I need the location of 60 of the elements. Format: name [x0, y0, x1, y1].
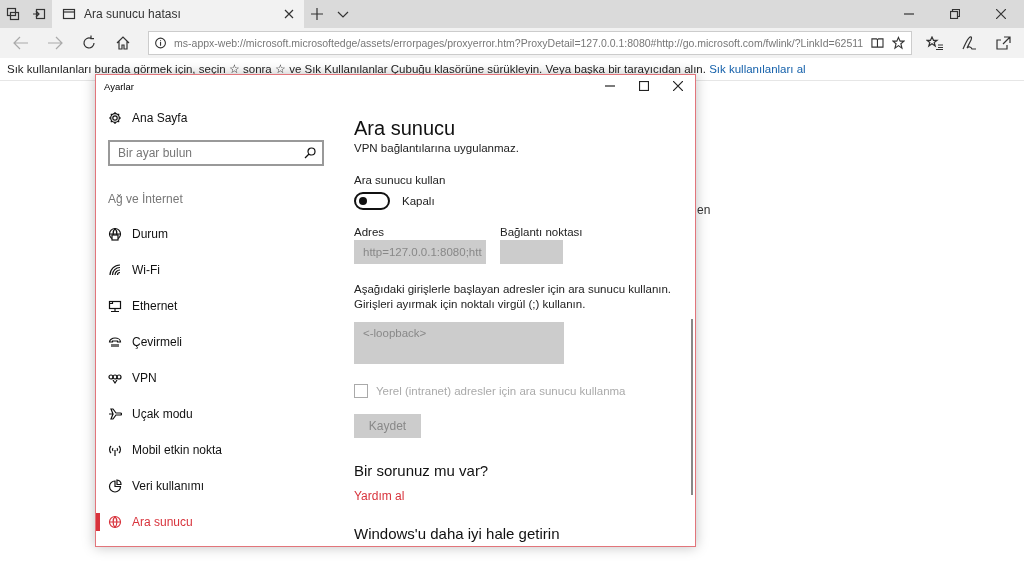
address-field[interactable]: ms-appx-web://microsoft.microsoftedge/assets/errorpages/proxyerror.htm?ProxyDetail=127.0.0.1:8080#http://go.microsoft.com/fwlink/?LinkId=62511 [148, 31, 912, 55]
url-text: ms-appx-web://microsoft.microsoftedge/assets/errorpages/proxyerror.htm?ProxyDetail=127.0.0.1:8080#http://go.microsoft.com/fwlink/?LinkId=62511 [174, 37, 864, 49]
toggle-label: Ara sunucu kullan [354, 174, 446, 186]
section-heading: Ağ ve İnternet [108, 192, 184, 206]
help-text: Girişleri ayırmak için noktalı virgül (;) kullanın. [354, 297, 587, 312]
nav-item[interactable]: Durum [96, 216, 324, 252]
proxy-toggle[interactable] [354, 192, 390, 210]
field-label: Bağlantı noktası [500, 226, 583, 238]
browser-tab[interactable]: Ara sunucu hatası [52, 0, 304, 28]
star-icon[interactable] [892, 36, 905, 50]
airplane-icon [108, 407, 122, 421]
description-text: VPN bağlantılarına uygulanmaz. [354, 142, 519, 154]
nav-item[interactable]: Çevirmeli [96, 324, 324, 360]
nav-item[interactable]: Uçak modu [96, 396, 324, 432]
set-aside-tabs-icon[interactable] [32, 7, 46, 21]
search-icon [304, 147, 316, 159]
pie-chart-icon [108, 479, 122, 493]
nav-item[interactable]: VPN [96, 360, 324, 396]
hotspot-icon [108, 443, 122, 457]
refresh-icon[interactable] [81, 35, 97, 51]
nav-item[interactable]: Veri kullanımı [96, 468, 324, 504]
page-icon [62, 7, 76, 21]
globe-icon [108, 515, 122, 529]
nav-item[interactable]: Ethernet [96, 288, 324, 324]
nav-item[interactable]: Ara sunucu [96, 504, 324, 540]
help-link[interactable]: Yardım al [354, 489, 405, 503]
close-icon[interactable] [284, 9, 294, 19]
nav-item[interactable]: Wi-Fi [96, 252, 324, 288]
tab-preview-icon[interactable] [6, 7, 20, 21]
close-icon[interactable] [996, 9, 1006, 19]
page-text: en [697, 203, 711, 217]
info-icon [155, 37, 167, 49]
reading-view-icon[interactable] [871, 37, 885, 49]
toggle-state-text: Kapalı [402, 195, 435, 207]
ethernet-icon [108, 299, 122, 313]
vpn-icon [108, 371, 122, 385]
dial-up-icon [108, 335, 122, 349]
help-text: Aşağıdaki girişlerle başlayan adresler için ara sunucu kullanın. [354, 282, 672, 297]
share-icon[interactable] [995, 35, 1011, 51]
favorites-icon[interactable] [926, 36, 944, 50]
section-heading: Bir sorunuz mu var? [354, 462, 489, 479]
home-nav-item[interactable]: Ana Sayfa [108, 106, 324, 130]
section-heading: Windows'u daha iyi hale getirin [354, 525, 560, 542]
window-title: Ayarlar [104, 80, 134, 92]
search-field[interactable]: Bir ayar bulun [108, 140, 324, 166]
plus-icon[interactable] [310, 7, 324, 21]
wifi-icon [108, 263, 122, 277]
settings-icon [108, 111, 122, 125]
nav-item[interactable]: Mobil etkin nokta [96, 432, 324, 468]
import-favorites-link[interactable]: Sık kullanılanları al [709, 63, 806, 75]
scrollbar[interactable] [691, 319, 693, 495]
home-icon[interactable] [115, 35, 131, 51]
favorites-bar-message: Sık kullanılanları burada görmek için, seçin ☆ sonra ☆ ve Sık Kullanılanlar Çubuğu klasörüne sürükleyin. Veya başka bir tarayıcıdan alın. Sık kullanılanları al [7, 62, 806, 76]
maximize-icon[interactable] [639, 81, 649, 91]
restore-icon[interactable] [950, 9, 960, 19]
pen-icon[interactable] [961, 35, 977, 51]
close-icon[interactable] [673, 81, 683, 91]
field-label: Adres [354, 226, 386, 238]
page-title: Ara sunucu [354, 117, 456, 140]
globe-monitor-icon [108, 227, 122, 241]
